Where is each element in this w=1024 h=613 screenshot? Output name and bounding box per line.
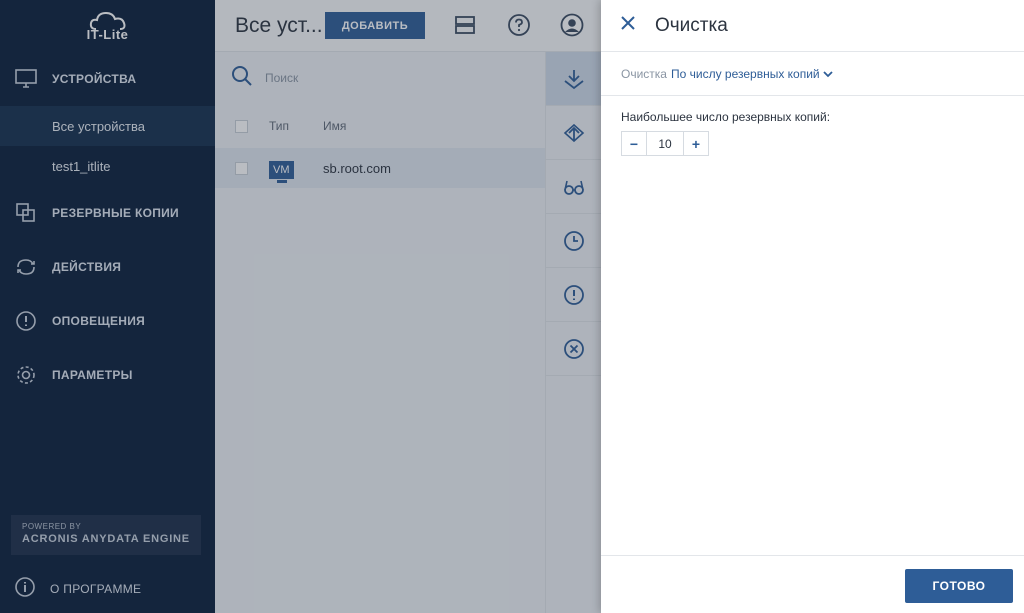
cleanup-panel: Очистка Очистка По числу резервных копий… (601, 0, 1024, 613)
chevron-down-icon (823, 70, 833, 77)
panel-header: Очистка (601, 0, 1024, 52)
max-backups-label: Наибольшее число резервных копий: (621, 110, 831, 124)
cleanup-mode-dropdown[interactable]: По числу резервных копий (671, 67, 833, 81)
decrement-button[interactable]: − (622, 132, 646, 155)
close-icon[interactable] (619, 14, 637, 37)
cleanup-mode-value: По числу резервных копий (670, 66, 820, 81)
panel-title: Очистка (655, 14, 728, 36)
increment-button[interactable]: + (684, 132, 708, 155)
max-backups-value[interactable]: 10 (646, 132, 684, 155)
breadcrumb-label: Очистка (621, 66, 667, 81)
modal-overlay[interactable] (0, 0, 601, 613)
max-backups-stepper: − 10 + (621, 131, 709, 156)
panel-footer: ГОТОВО (601, 555, 1024, 613)
done-button[interactable]: ГОТОВО (905, 569, 1013, 603)
breadcrumb: Очистка По числу резервных копий (601, 52, 1024, 96)
